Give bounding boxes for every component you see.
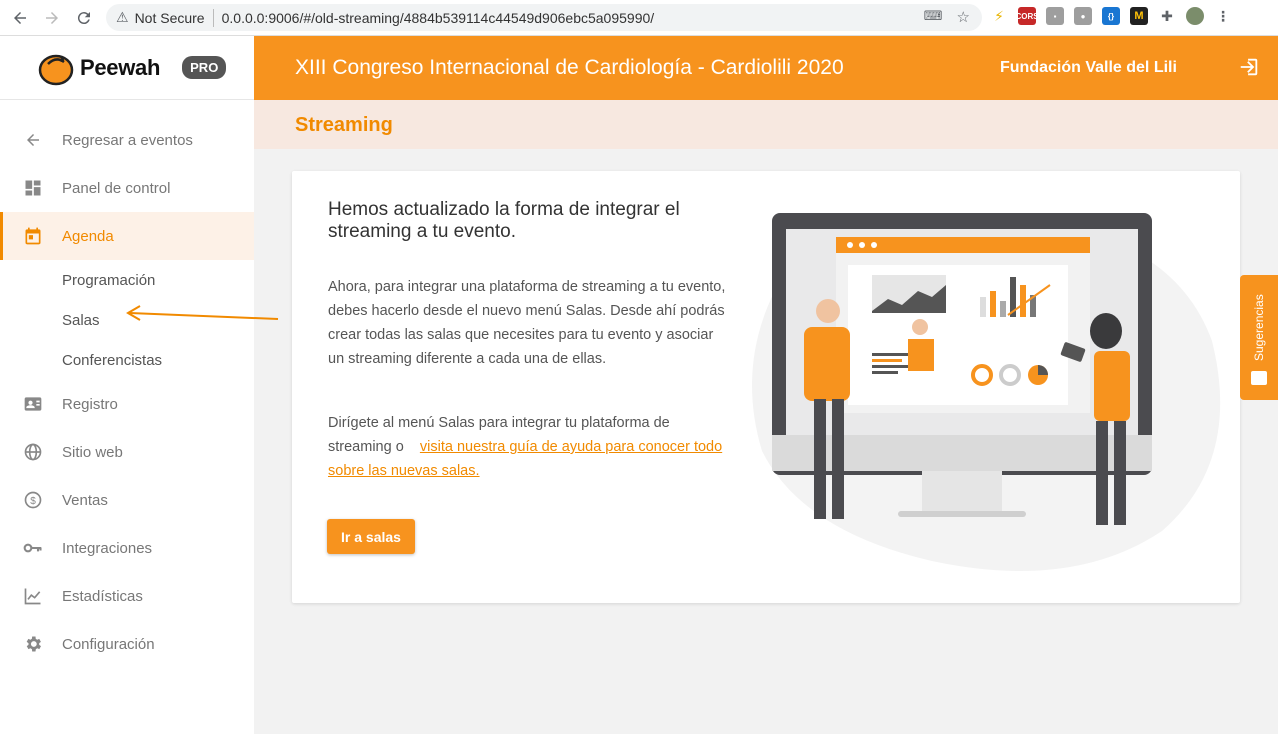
id-card-icon [22,393,44,415]
divider [212,8,214,27]
card-title: Hemos actualizado la forma de integrar e… [328,199,680,242]
page-title: Streaming [295,114,393,136]
logout-icon[interactable] [1238,56,1260,78]
chart-line-icon [22,585,44,607]
arrow-left-icon [22,129,44,151]
streaming-info-card: Hemos actualizado la forma de integrar e… [292,171,1240,603]
star-icon[interactable]: ☆ [957,8,970,26]
sidebar-item-label: Agenda [62,227,114,245]
dollar-icon: $ [22,489,44,511]
cors-extension-icon[interactable]: CORS [1015,7,1039,25]
sidebar-item-registro[interactable]: Registro [0,380,254,428]
translate-icon[interactable]: ⌨ [924,8,943,26]
card-paragraph-help: Dirígete al menú Salas para integrar tu … [328,411,728,483]
sidebar-menu: Regresar a eventos Panel de control Agen… [0,100,254,668]
card-paragraph: Ahora, para integrar una plataforma de s… [328,279,726,367]
feedback-tab-label: Sugerencias [1252,294,1266,361]
sidebar-item-configuracion[interactable]: Configuración [0,620,254,668]
annotation-arrow-icon [126,305,279,321]
sidebar-item-label: Panel de control [62,179,171,197]
sidebar-subitem-programacion[interactable]: Programación [0,260,254,300]
go-to-salas-button[interactable]: Ir a salas [327,519,415,554]
sidebar-item-label: Ventas [62,491,108,509]
sidebar-item-label: Registro [62,395,118,413]
security-status: Not Secure [134,9,205,26]
svg-text:$: $ [30,496,36,507]
url-text: 0.0.0.0:9006/#/old-streaming/4884b539114… [221,9,655,26]
sidebar-item-label: Sitio web [62,443,123,461]
sidebar-item-estadisticas[interactable]: Estadísticas [0,572,254,620]
sidebar-item-label: Estadísticas [62,587,143,605]
sidebar-item-sitio-web[interactable]: Sitio web [0,428,254,476]
sidebar: Peewah PRO Regresar a eventos Panel de c… [0,36,254,734]
sidebar-item-agenda[interactable]: Agenda [0,212,254,260]
sidebar-item-panel[interactable]: Panel de control [0,164,254,212]
sidebar-item-label: Integraciones [62,539,153,557]
peewah-logo-icon [38,54,74,85]
puzzle-extension-icon[interactable]: ✚ [1158,7,1176,25]
sidebar-item-label: Regresar a eventos [62,131,193,149]
event-header: XIII Congreso Internacional de Cardiolog… [254,36,1278,100]
streaming-illustration [752,213,1221,571]
globe-icon [22,441,44,463]
sidebar-item-ventas[interactable]: $ Ventas [0,476,254,524]
section-header: Streaming [254,100,1278,149]
event-title: XIII Congreso Internacional de Cardiolog… [295,56,844,79]
sidebar-item-integraciones[interactable]: Integraciones [0,524,254,572]
chat-extension-icon[interactable]: ▪ [1046,7,1064,25]
camera-extension-icon[interactable]: ● [1074,7,1092,25]
sidebar-subitem-conferencistas[interactable]: Conferencistas [0,340,254,380]
forward-icon[interactable] [38,4,66,32]
address-bar[interactable]: ⚠ Not Secure 0.0.0.0:9006/#/old-streamin… [106,4,982,31]
more-vertical-icon[interactable]: ⋮ [1214,7,1232,25]
browser-toolbar: ⚠ Not Secure 0.0.0.0:9006/#/old-streamin… [0,0,1278,36]
back-icon[interactable] [6,4,34,32]
lightning-extension-icon[interactable]: ⚡ [990,7,1008,25]
pro-badge: PRO [182,56,227,79]
sidebar-item-label: Configuración [62,635,155,653]
key-icon [22,537,44,559]
warning-icon: ⚠ [116,9,129,25]
m-extension-icon[interactable]: M [1130,7,1148,25]
feedback-icon [1251,371,1267,385]
organization-name: Fundación Valle del Lili [1000,59,1177,76]
code-extension-icon[interactable]: {} [1102,7,1120,25]
reload-icon[interactable] [70,4,98,32]
dashboard-icon [22,177,44,199]
brand-name: Peewah [80,54,161,80]
feedback-tab[interactable]: Sugerencias [1240,275,1278,400]
sidebar-item-regresar[interactable]: Regresar a eventos [0,116,254,164]
calendar-icon [22,225,44,247]
brand-logo[interactable]: Peewah PRO [0,36,254,100]
profile-avatar-icon[interactable] [1186,7,1204,25]
gear-icon [22,633,44,655]
